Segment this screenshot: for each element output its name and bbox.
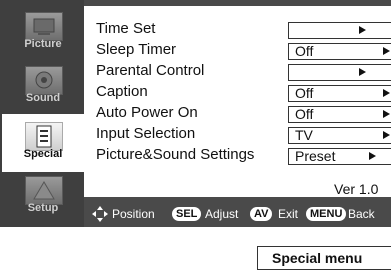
caption-text: Special menu [272, 250, 363, 266]
value-text: Preset [295, 148, 336, 164]
back-hint: Back [348, 207, 375, 221]
adjust-hint: Adjust [205, 207, 239, 221]
sidebar-item-setup[interactable]: Setup [6, 172, 80, 216]
position-hint: Position [112, 207, 155, 221]
menu-row-input-selection[interactable]: Input Selection TV [96, 124, 391, 144]
special-menu-caption: Special menu [257, 246, 391, 270]
menu-row-parental-control[interactable]: Parental Control [96, 61, 391, 81]
special-menu-panel: Time Set Sleep Timer Off Parental Contro… [84, 6, 391, 197]
menu-key: MENU [306, 207, 347, 221]
value-text: Off [295, 106, 314, 122]
picture-sound-settings-value[interactable]: Preset [288, 148, 391, 165]
setup-icon [25, 176, 63, 205]
arrow-right-icon [369, 152, 376, 160]
sleep-timer-value[interactable]: Off [288, 43, 391, 60]
arrow-right-icon [383, 131, 390, 139]
sidebar-item-special[interactable]: Special [2, 114, 84, 172]
menu-row-label: Caption [96, 83, 148, 100]
input-selection-value[interactable]: TV [288, 127, 391, 144]
sidebar-item-picture[interactable]: Picture [6, 8, 80, 52]
arrow-right-icon [383, 47, 390, 55]
menu-row-picture-sound-settings[interactable]: Picture&Sound Settings Preset [96, 145, 391, 165]
exit-hint: Exit [278, 207, 299, 221]
arrow-right-icon [383, 89, 390, 97]
version-label: Ver 1.0 [334, 181, 379, 197]
menu-row-label: Sleep Timer [96, 41, 177, 58]
menu-row-time-set[interactable]: Time Set [96, 19, 391, 39]
sidebar-item-label: Picture [24, 38, 62, 50]
menu-row-auto-power-on[interactable]: Auto Power On Off [96, 103, 391, 123]
picture-icon [25, 12, 63, 41]
osd-menu: Picture Sound Special Setup Time Set Sle… [0, 0, 391, 227]
sel-key: SEL [172, 207, 202, 221]
auto-power-on-value[interactable]: Off [288, 106, 391, 123]
parental-control-value[interactable] [288, 64, 391, 81]
value-text: Off [295, 43, 314, 59]
value-text: Off [295, 85, 314, 101]
direction-pad-icon [92, 206, 108, 222]
sidebar-item-label: Special [23, 148, 63, 160]
av-key: AV [250, 207, 273, 221]
time-set-value[interactable] [288, 22, 391, 39]
sidebar: Picture Sound Special Setup [0, 0, 84, 227]
value-text: TV [295, 127, 313, 143]
special-icon [25, 122, 63, 151]
sidebar-item-label: Setup [27, 202, 59, 214]
menu-row-label: Auto Power On [96, 104, 198, 121]
sound-icon [25, 66, 63, 95]
caption-value[interactable]: Off [288, 85, 391, 102]
menu-row-label: Input Selection [96, 125, 196, 142]
arrow-right-icon [383, 110, 390, 118]
menu-row-label: Picture&Sound Settings [96, 146, 255, 163]
arrow-right-icon [359, 68, 366, 76]
sidebar-item-label: Sound [25, 92, 61, 104]
menu-row-label: Parental Control [96, 62, 205, 79]
menu-row-sleep-timer[interactable]: Sleep Timer Off [96, 40, 391, 60]
menu-row-caption[interactable]: Caption Off [96, 82, 391, 102]
menu-row-label: Time Set [96, 20, 156, 37]
sidebar-item-sound[interactable]: Sound [6, 62, 80, 106]
footer-help-bar: Position SEL Adjust AV Exit MENU Back [84, 202, 391, 227]
arrow-right-icon [359, 26, 366, 34]
